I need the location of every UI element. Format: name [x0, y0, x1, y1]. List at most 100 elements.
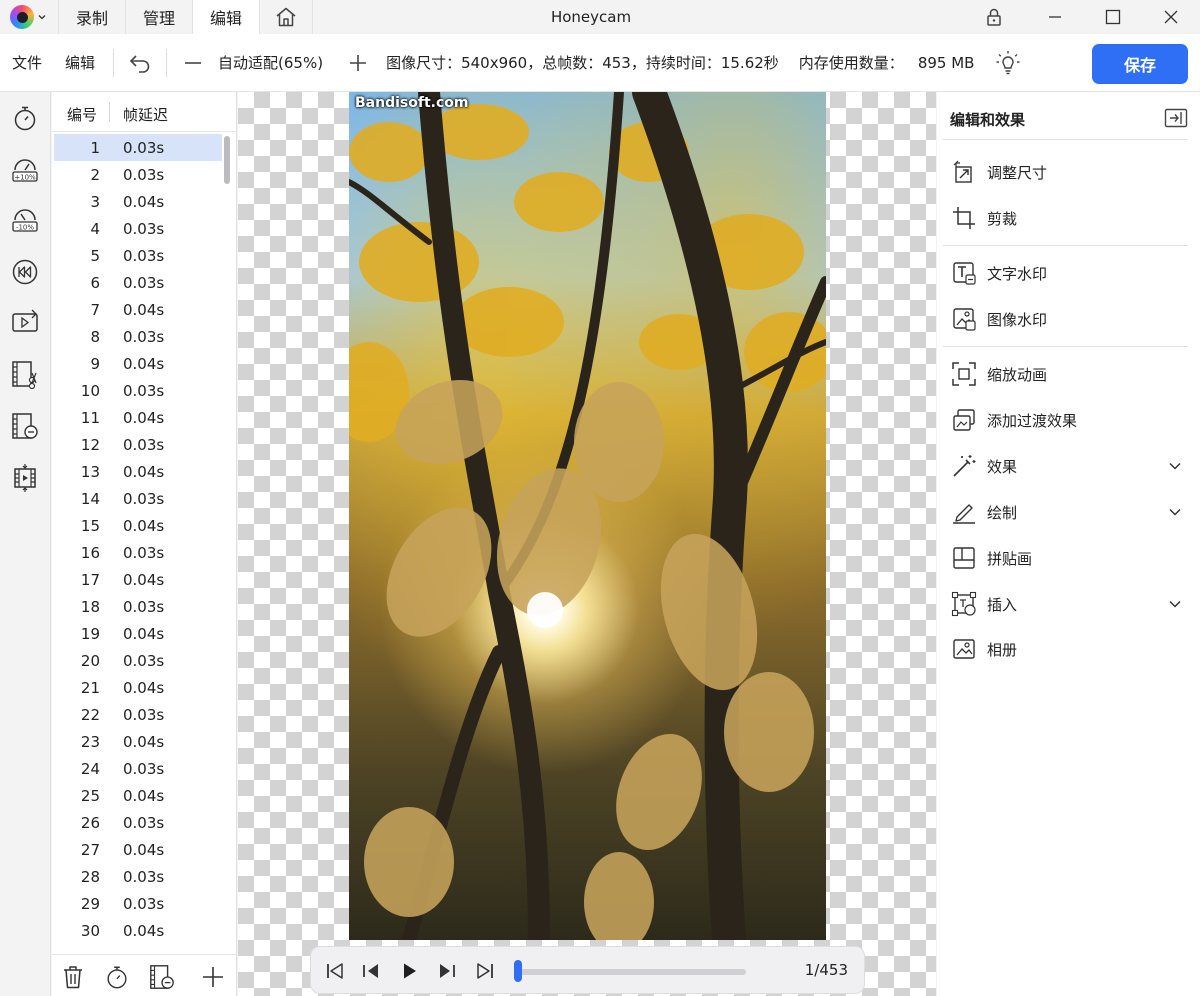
frame-row[interactable]: 25 0.04s — [54, 782, 222, 809]
frame-row[interactable]: 29 0.03s — [54, 890, 222, 917]
frame-row[interactable]: 16 0.03s — [54, 539, 222, 566]
frame-row[interactable]: 3 0.04s — [54, 188, 222, 215]
effects-item[interactable]: 效果 — [943, 446, 1188, 486]
zoom-level[interactable]: 自动适配(65%) — [218, 52, 323, 73]
collapse-panel-button[interactable] — [1163, 106, 1189, 130]
last-frame-button[interactable] — [473, 959, 497, 983]
frame-row[interactable]: 30 0.04s — [54, 917, 222, 944]
progress-handle[interactable] — [514, 960, 523, 982]
frame-row[interactable]: 2 0.03s — [54, 161, 222, 188]
frame-row[interactable]: 6 0.03s — [54, 269, 222, 296]
frame-row[interactable]: 22 0.03s — [54, 701, 222, 728]
frame-row[interactable]: 15 0.04s — [54, 512, 222, 539]
undo-button[interactable] — [128, 52, 152, 74]
tab-edit[interactable]: 编辑 — [192, 0, 260, 34]
frame-row[interactable]: 5 0.03s — [54, 242, 222, 269]
progress-track[interactable] — [518, 969, 746, 975]
delete-frame-button[interactable] — [59, 963, 87, 991]
trash-icon — [64, 966, 82, 989]
tab-record[interactable]: 录制 — [58, 0, 125, 34]
frame-number: 5 — [90, 246, 100, 265]
frame-row[interactable]: 8 0.03s — [54, 323, 222, 350]
chevron-down-icon[interactable] — [38, 13, 46, 21]
panel-divider — [943, 346, 1188, 347]
frame-row[interactable]: 14 0.03s — [54, 485, 222, 512]
maximize-icon — [1105, 9, 1121, 25]
add-frame-button[interactable] — [199, 963, 227, 991]
next-frame-button[interactable] — [435, 959, 459, 983]
cut-frames-button[interactable] — [7, 356, 43, 392]
frame-row[interactable]: 23 0.04s — [54, 728, 222, 755]
tab-manage[interactable]: 管理 — [125, 0, 192, 34]
remove-frame-button[interactable] — [148, 963, 176, 991]
frame-row[interactable]: 21 0.04s — [54, 674, 222, 701]
resize-item[interactable]: 调整尺寸 — [943, 152, 1188, 192]
transition-item[interactable]: 添加过渡效果 — [943, 400, 1188, 440]
column-divider[interactable] — [109, 102, 110, 122]
loop-icon — [12, 309, 38, 332]
zoom-animation-item[interactable]: 缩放动画 — [943, 354, 1188, 394]
lock-icon — [987, 8, 1001, 26]
chevron-down-icon — [1169, 508, 1181, 516]
speed-up-button[interactable]: +10% — [7, 150, 43, 186]
text-watermark-item[interactable]: 文字水印 — [943, 253, 1188, 293]
play-button[interactable] — [397, 959, 421, 983]
insert-frames-button[interactable] — [7, 460, 43, 496]
frame-row[interactable]: 18 0.03s — [54, 593, 222, 620]
frame-row[interactable]: 24 0.03s — [54, 755, 222, 782]
frame-delay: 0.03s — [123, 219, 165, 238]
frame-row[interactable]: 26 0.03s — [54, 809, 222, 836]
frame-row[interactable]: 27 0.04s — [54, 836, 222, 863]
frame-delay: 0.03s — [123, 246, 165, 265]
frame-row[interactable]: 10 0.03s — [54, 377, 222, 404]
zoom-in-button[interactable] — [348, 53, 368, 73]
frame-row[interactable]: 19 0.04s — [54, 620, 222, 647]
frame-list-scrollbar[interactable] — [224, 136, 230, 184]
previous-frame-button[interactable] — [359, 959, 383, 983]
tab-home[interactable] — [259, 0, 314, 34]
frame-number: 18 — [80, 597, 100, 616]
frame-row[interactable]: 9 0.04s — [54, 350, 222, 377]
collage-item[interactable]: 拼贴画 — [943, 538, 1188, 578]
frame-delay: 0.04s — [123, 300, 165, 319]
title-bar: 录制 管理 编辑 Honeycam — [0, 0, 1200, 34]
loop-button[interactable] — [7, 304, 43, 340]
frame-row[interactable]: 4 0.03s — [54, 215, 222, 242]
frame-row[interactable]: 12 0.03s — [54, 431, 222, 458]
zoom-out-button[interactable] — [183, 53, 203, 73]
autumn-tree-photo — [349, 92, 826, 940]
set-delay-button[interactable] — [103, 963, 131, 991]
draw-item[interactable]: 绘制 — [943, 492, 1188, 532]
reverse-button[interactable] — [7, 254, 43, 290]
frame-row[interactable]: 11 0.04s — [54, 404, 222, 431]
frame-row[interactable]: 20 0.03s — [54, 647, 222, 674]
frame-row[interactable]: 13 0.04s — [54, 458, 222, 485]
maximize-button[interactable] — [1084, 0, 1142, 34]
file-menu[interactable]: 文件 — [12, 52, 42, 73]
edit-menu[interactable]: 编辑 — [65, 52, 95, 73]
frame-row[interactable]: 7 0.04s — [54, 296, 222, 323]
frame-row[interactable]: 1 0.03s — [54, 134, 222, 161]
remove-frames-button[interactable] — [7, 408, 43, 444]
canvas-area[interactable]: Bandisoft.com 1/453 — [238, 92, 936, 996]
tips-button[interactable] — [994, 49, 1022, 77]
column-header-delay[interactable]: 帧延迟 — [123, 104, 168, 125]
column-header-number[interactable]: 编号 — [67, 104, 97, 125]
frame-delay-button[interactable] — [7, 100, 43, 136]
lock-button[interactable] — [966, 0, 1022, 34]
album-item[interactable]: 相册 — [943, 629, 1188, 669]
frame-row[interactable]: 28 0.03s — [54, 863, 222, 890]
frame-preview-image[interactable]: Bandisoft.com — [349, 92, 826, 940]
album-icon — [953, 639, 975, 659]
image-watermark-item[interactable]: 图像水印 — [943, 299, 1188, 339]
app-logo-icon[interactable] — [10, 5, 34, 29]
slow-down-button[interactable]: -10% — [7, 200, 43, 236]
save-button[interactable]: 保存 — [1092, 44, 1188, 84]
close-button[interactable] — [1142, 0, 1200, 34]
frame-number: 24 — [80, 759, 100, 778]
crop-item[interactable]: 剪裁 — [943, 198, 1188, 238]
minimize-button[interactable] — [1026, 0, 1084, 34]
first-frame-button[interactable] — [323, 959, 347, 983]
insert-item[interactable]: 插入 — [943, 584, 1188, 624]
frame-row[interactable]: 17 0.04s — [54, 566, 222, 593]
